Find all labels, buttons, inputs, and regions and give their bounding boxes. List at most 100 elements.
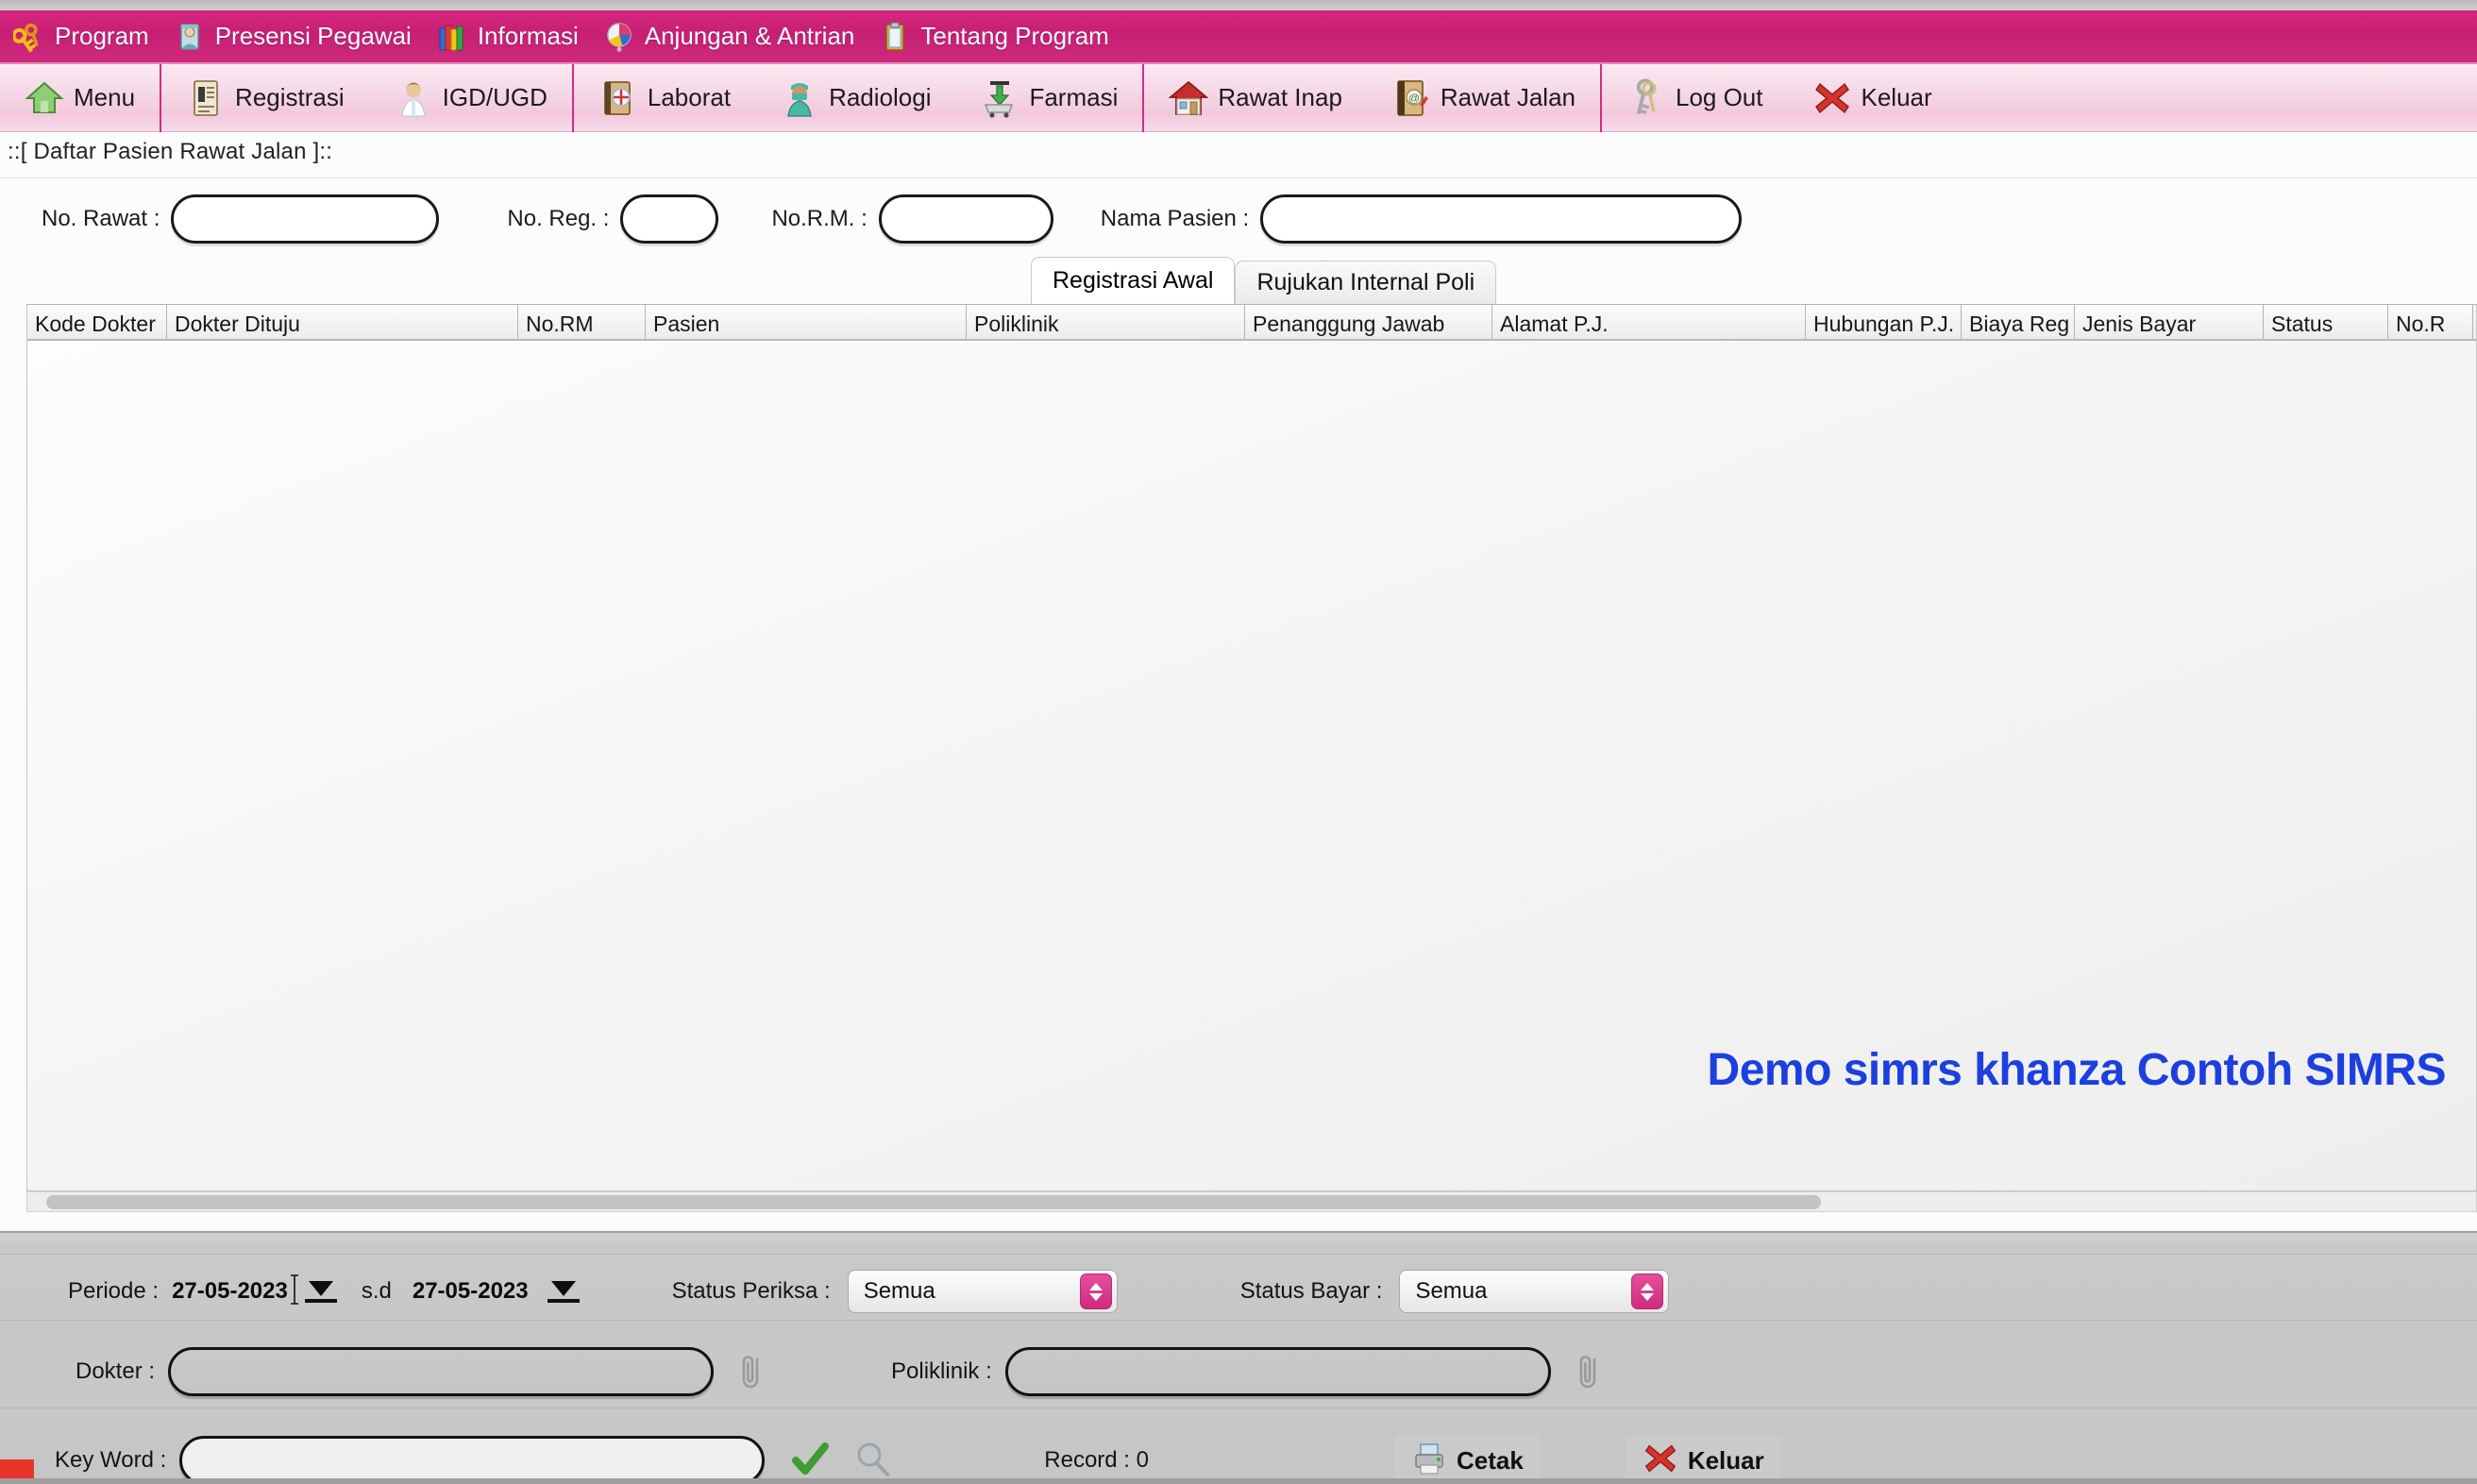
no-rawat-label: No. Rawat : — [42, 205, 160, 231]
table-header-cell[interactable]: Dokter Dituju — [167, 305, 518, 339]
menu-item-presensi-pegawai[interactable]: Presensi Pegawai — [170, 10, 432, 62]
status-bayar-value: Semua — [1415, 1278, 1488, 1304]
table-header-cell[interactable]: Pasien — [646, 305, 967, 339]
watermark-text: Demo simrs khanza Contoh SIMRS — [1707, 1045, 2447, 1095]
home-green-icon — [25, 78, 64, 118]
scrollbar-thumb[interactable] — [46, 1195, 1821, 1209]
window-top-strip — [0, 0, 2477, 10]
table-header-cell[interactable]: Kode Dokter — [27, 305, 167, 339]
toolbar-button-farmasi[interactable]: Farmasi — [955, 64, 1142, 131]
window-bottom-strip — [0, 1478, 2477, 1484]
field-no-reg: No. Reg. : — [507, 194, 719, 244]
apply-check-icon[interactable] — [789, 1438, 831, 1484]
chevron-down-icon[interactable] — [547, 1280, 580, 1303]
address-book-icon: @ — [1391, 78, 1431, 118]
cetak-label: Cetak — [1456, 1445, 1524, 1475]
sd-label: s.d — [361, 1278, 392, 1304]
keyword-label: Key Word : — [55, 1447, 167, 1473]
doctor-icon — [394, 78, 433, 118]
status-periksa-select[interactable]: Semua — [847, 1270, 1118, 1313]
toolbar-button-label: Registrasi — [235, 83, 345, 111]
menu-item-informasi[interactable]: Informasi — [432, 10, 599, 62]
status-periksa-value: Semua — [863, 1278, 935, 1304]
menu-item-tentang-program[interactable]: Tentang Program — [875, 10, 1129, 62]
cetak-button[interactable]: Cetak — [1393, 1434, 1541, 1484]
periode-from-spinner[interactable]: 27-05-2023 — [172, 1273, 337, 1310]
spinner-updown-icon[interactable] — [1631, 1273, 1664, 1309]
spinner-updown-icon[interactable] — [1079, 1273, 1112, 1309]
paperclip-icon[interactable] — [734, 1351, 768, 1392]
status-bayar-select[interactable]: Semua — [1399, 1270, 1670, 1313]
table-header-cell[interactable]: Status — [2264, 305, 2388, 339]
periode-from-value: 27-05-2023 — [172, 1278, 288, 1304]
toolbar-button-menu[interactable]: Menu — [0, 64, 160, 131]
keyword-row: Key Word : Record : 0 Cetak Keluar — [0, 1433, 2477, 1484]
keluar-button[interactable]: Keluar — [1625, 1434, 1781, 1484]
table-header-cell[interactable]: Biaya Reg — [1962, 305, 2075, 339]
table-header-cell[interactable]: Penanggung Jawab — [1245, 305, 1492, 339]
no-rm-input[interactable] — [878, 194, 1053, 244]
key-icon — [1626, 77, 1666, 118]
periode-label: Periode : — [68, 1278, 160, 1304]
clipboard-icon — [879, 21, 911, 53]
table-header-cell[interactable]: Jenis Bayar — [2075, 305, 2264, 339]
keyword-input[interactable] — [179, 1436, 766, 1484]
field-no-rawat: No. Rawat : — [42, 194, 440, 244]
menu-item-label: Program — [55, 22, 149, 50]
table-header-cell[interactable]: Poliklinik — [967, 305, 1245, 339]
page-title: ::[ Daftar Pasien Rawat Jalan ]:: — [8, 139, 333, 164]
application-window: Program Presensi Pegawai Informasi Anjun… — [0, 0, 2477, 1484]
nama-pasien-input[interactable] — [1260, 194, 1743, 244]
toolbar-button-registrasi[interactable]: Registrasi — [161, 64, 369, 131]
table-header-cell[interactable]: No.R — [2388, 305, 2473, 339]
field-no-rm: No.R.M. : — [771, 194, 1053, 244]
search-icon[interactable] — [851, 1438, 893, 1484]
paperclip-icon[interactable] — [1572, 1351, 1606, 1392]
toolbar-button-radiologi[interactable]: Radiologi — [755, 64, 955, 131]
kiosk-icon — [603, 21, 635, 53]
no-reg-input[interactable] — [620, 194, 719, 244]
red-x-icon — [1812, 78, 1852, 118]
toolbar-button-igd-ugd[interactable]: IGD/UGD — [369, 64, 572, 131]
bottom-divider-2 — [0, 1320, 2477, 1321]
table-horizontal-scrollbar[interactable] — [26, 1191, 2477, 1212]
chevron-down-icon[interactable] — [304, 1280, 337, 1303]
table-body[interactable]: Demo simrs khanza Contoh SIMRS — [27, 341, 2476, 1190]
table-header-cell[interactable]: Hubungan P.J. — [1806, 305, 1962, 339]
main-menubar: Program Presensi Pegawai Informasi Anjun… — [0, 10, 2477, 64]
no-rm-label: No.R.M. : — [771, 205, 868, 231]
tab-rujukan-internal-poli[interactable]: Rujukan Internal Poli — [1235, 261, 1497, 304]
menu-item-label: Tentang Program — [920, 22, 1109, 50]
tab-registrasi-awal[interactable]: Registrasi Awal — [1031, 257, 1236, 304]
record-count: Record : 0 — [1044, 1447, 1149, 1473]
toolbar-button-keluar[interactable]: Keluar — [1788, 64, 1957, 131]
menu-item-program[interactable]: Program — [9, 10, 170, 62]
table-header-cell[interactable]: No.RM — [518, 305, 646, 339]
dokter-input[interactable] — [168, 1347, 715, 1396]
no-rawat-input[interactable] — [171, 194, 440, 244]
periode-to-spinner[interactable]: 27-05-2023 — [413, 1278, 580, 1305]
svg-text:@: @ — [1408, 92, 1420, 105]
menu-item-label: Presensi Pegawai — [214, 22, 412, 50]
toolbar-button-rawat-inap[interactable]: Rawat Inap — [1144, 64, 1367, 131]
lab-book-icon — [598, 78, 638, 118]
menu-item-label: Informasi — [477, 22, 579, 50]
table-header-cell[interactable]: Alamat P.J. — [1492, 305, 1806, 339]
surgeon-icon — [780, 78, 819, 118]
toolbar-button-log-out[interactable]: Log Out — [1602, 64, 1788, 131]
tab-bar: Registrasi Awal Rujukan Internal Poli — [1031, 257, 1497, 304]
books-icon — [436, 21, 468, 53]
poliklinik-input[interactable] — [1004, 1347, 1551, 1396]
dokter-poliklinik-row: Dokter : Poliklinik : — [0, 1344, 2477, 1399]
nama-pasien-label: Nama Pasien : — [1100, 205, 1250, 231]
toolbar-button-label: IGD/UGD — [442, 83, 548, 111]
status-bayar-label: Status Bayar : — [1239, 1278, 1383, 1304]
periode-to-value: 27-05-2023 — [412, 1278, 529, 1304]
bottom-divider-1 — [0, 1254, 2477, 1255]
menu-item-anjungan-antrian[interactable]: Anjungan & Antrian — [599, 10, 876, 62]
keys-icon — [11, 21, 45, 53]
toolbar-button-rawat-jalan[interactable]: @ Rawat Jalan — [1367, 64, 1600, 131]
house-red-icon — [1168, 78, 1209, 118]
keluar-label: Keluar — [1687, 1445, 1764, 1475]
toolbar-button-laborat[interactable]: Laborat — [574, 64, 755, 131]
